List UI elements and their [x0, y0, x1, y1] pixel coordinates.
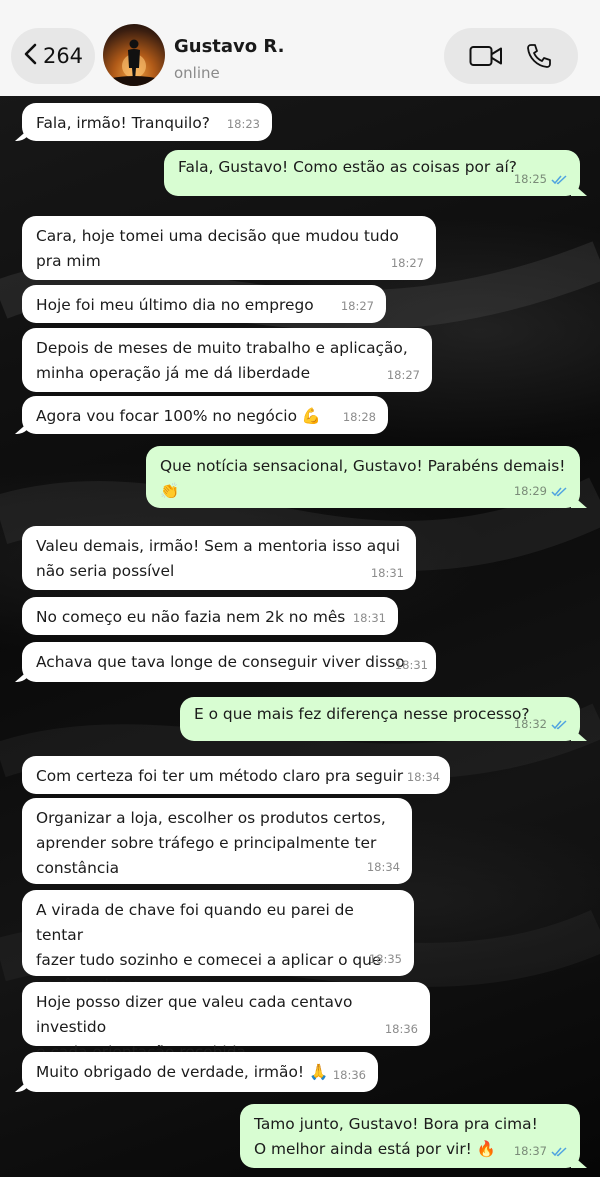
message-incoming[interactable]: Cara, hoje tomei uma decisão que mudou t… — [22, 216, 436, 280]
message-outgoing[interactable]: Fala, Gustavo! Como estão as coisas por … — [164, 150, 580, 196]
avatar[interactable] — [103, 24, 165, 86]
message-text: Depois de meses de muito trabalho e apli… — [36, 339, 408, 382]
message-outgoing[interactable]: Que notícia sensacional, Gustavo! Parabé… — [146, 446, 580, 508]
message-incoming[interactable]: Agora vou focar 100% no negócio 💪 18:28 — [22, 396, 388, 434]
message-text: Que notícia sensacional, Gustavo! Parabé… — [160, 457, 566, 500]
message-text: Hoje foi meu último dia no emprego — [36, 296, 314, 314]
double-check-icon — [551, 487, 567, 497]
message-time: 18:36 — [332, 1068, 366, 1082]
message-incoming[interactable]: Hoje foi meu último dia no emprego 18:27 — [22, 285, 386, 323]
contact-status: online — [174, 64, 220, 82]
message-time: 18:29 — [513, 484, 547, 498]
message-text: Tamo junto, Gustavo! Bora pra cima! O me… — [254, 1115, 538, 1158]
message-outgoing[interactable]: Tamo junto, Gustavo! Bora pra cima! O me… — [240, 1104, 580, 1168]
back-button[interactable]: 264 — [11, 28, 95, 84]
message-time: 18:32 — [513, 717, 547, 731]
message-time: 18:31 — [394, 658, 428, 672]
message-time: 18:27 — [390, 256, 424, 270]
double-check-icon — [551, 1147, 567, 1157]
message-time: 18:23 — [226, 117, 260, 131]
message-time: 18:34 — [366, 860, 400, 874]
message-time: 18:27 — [386, 368, 420, 382]
message-incoming[interactable]: Organizar a loja, escolher os produtos c… — [22, 798, 412, 884]
message-time: 18:37 — [513, 1144, 547, 1158]
unread-count: 264 — [42, 44, 84, 68]
message-text: Cara, hoje tomei uma decisão que mudou t… — [36, 227, 399, 270]
message-time: 18:28 — [342, 410, 376, 424]
message-time: 18:36 — [384, 1022, 418, 1036]
message-text: Muito obrigado de verdade, irmão! 🙏 — [36, 1063, 329, 1081]
message-text: Agora vou focar 100% no negócio 💪 — [36, 407, 322, 425]
double-check-icon — [551, 720, 567, 730]
message-text: E o que mais fez diferença nesse process… — [194, 705, 530, 723]
message-text: No começo eu não fazia nem 2k no mês — [36, 608, 346, 626]
message-text: Achava que tava longe de conseguir viver… — [36, 653, 405, 671]
message-incoming[interactable]: Hoje posso dizer que valeu cada centavo … — [22, 982, 430, 1061]
message-incoming[interactable]: Valeu demais, irmão! Sem a mentoria isso… — [22, 526, 416, 590]
double-check-icon — [551, 175, 567, 185]
message-incoming[interactable]: Fala, irmão! Tranquilo? 18:23 — [22, 103, 272, 141]
call-actions — [444, 28, 578, 84]
message-time: 18:27 — [340, 299, 374, 313]
contact-name[interactable]: Gustavo R. — [174, 36, 284, 57]
message-time: 18:25 — [513, 172, 547, 186]
message-time: 18:31 — [352, 611, 386, 625]
video-camera-icon[interactable] — [469, 45, 503, 67]
message-text: Fala, irmão! Tranquilo? — [36, 114, 210, 132]
message-incoming[interactable]: Achava que tava longe de conseguir viver… — [22, 642, 436, 682]
message-text: Valeu demais, irmão! Sem a mentoria isso… — [36, 537, 401, 580]
message-time: 18:31 — [370, 566, 404, 580]
message-incoming[interactable]: Muito obrigado de verdade, irmão! 🙏 18:3… — [22, 1052, 378, 1092]
chat-header: 264 Gustavo R. online — [0, 0, 600, 96]
message-outgoing[interactable]: E o que mais fez diferença nesse process… — [180, 697, 580, 741]
message-text: Fala, Gustavo! Como estão as coisas por … — [178, 158, 517, 176]
phone-icon[interactable] — [525, 42, 553, 70]
message-incoming[interactable]: Com certeza foi ter um método claro pra … — [22, 756, 450, 794]
message-time: 18:35 — [368, 952, 402, 966]
message-text: Com certeza foi ter um método claro pra … — [36, 767, 404, 785]
message-text: Organizar a loja, escolher os produtos c… — [36, 809, 386, 877]
chevron-left-icon — [23, 43, 39, 70]
message-time: 18:34 — [406, 770, 440, 784]
message-incoming[interactable]: Depois de meses de muito trabalho e apli… — [22, 328, 432, 392]
message-incoming[interactable]: A virada de chave foi quando eu parei de… — [22, 890, 414, 994]
message-incoming[interactable]: No começo eu não fazia nem 2k no mês 18:… — [22, 597, 398, 635]
